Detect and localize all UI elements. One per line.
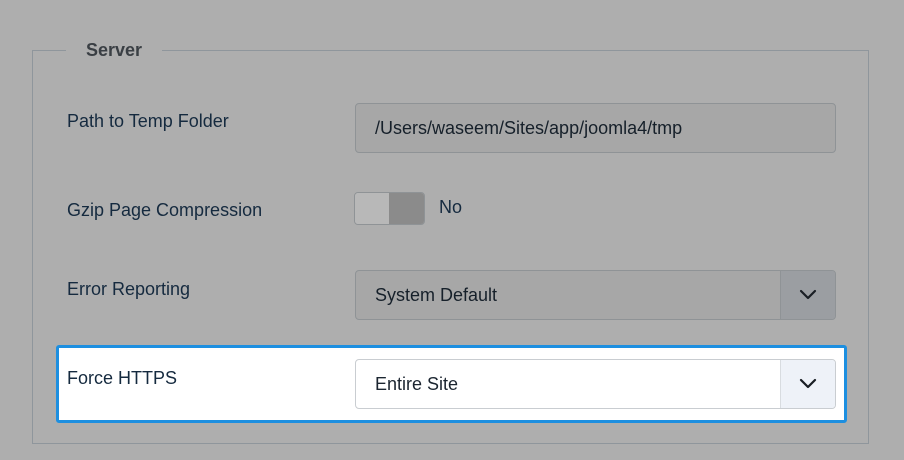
temp-path-label: Path to Temp Folder [67, 111, 229, 131]
toggle-knob [389, 193, 424, 224]
gzip-toggle[interactable] [354, 192, 425, 225]
fieldset-legend: Server [66, 36, 163, 64]
chevron-down-icon[interactable] [780, 360, 835, 408]
force-https-label: Force HTTPS [67, 368, 178, 388]
gzip-label: Gzip Page Compression [67, 200, 263, 220]
chevron-down-icon[interactable] [780, 271, 835, 319]
error-reporting-label: Error Reporting [67, 279, 191, 299]
temp-path-input[interactable]: /Users/waseem/Sites/app/joomla4/tmp [355, 103, 836, 153]
error-reporting-select[interactable]: System Default [355, 270, 836, 320]
force-https-selected-value: Entire Site [375, 374, 459, 394]
toggle-off-segment [355, 193, 390, 224]
force-https-select[interactable]: Entire Site [355, 359, 836, 409]
gzip-state-text: No [439, 197, 463, 217]
error-reporting-selected-value: System Default [375, 285, 498, 305]
